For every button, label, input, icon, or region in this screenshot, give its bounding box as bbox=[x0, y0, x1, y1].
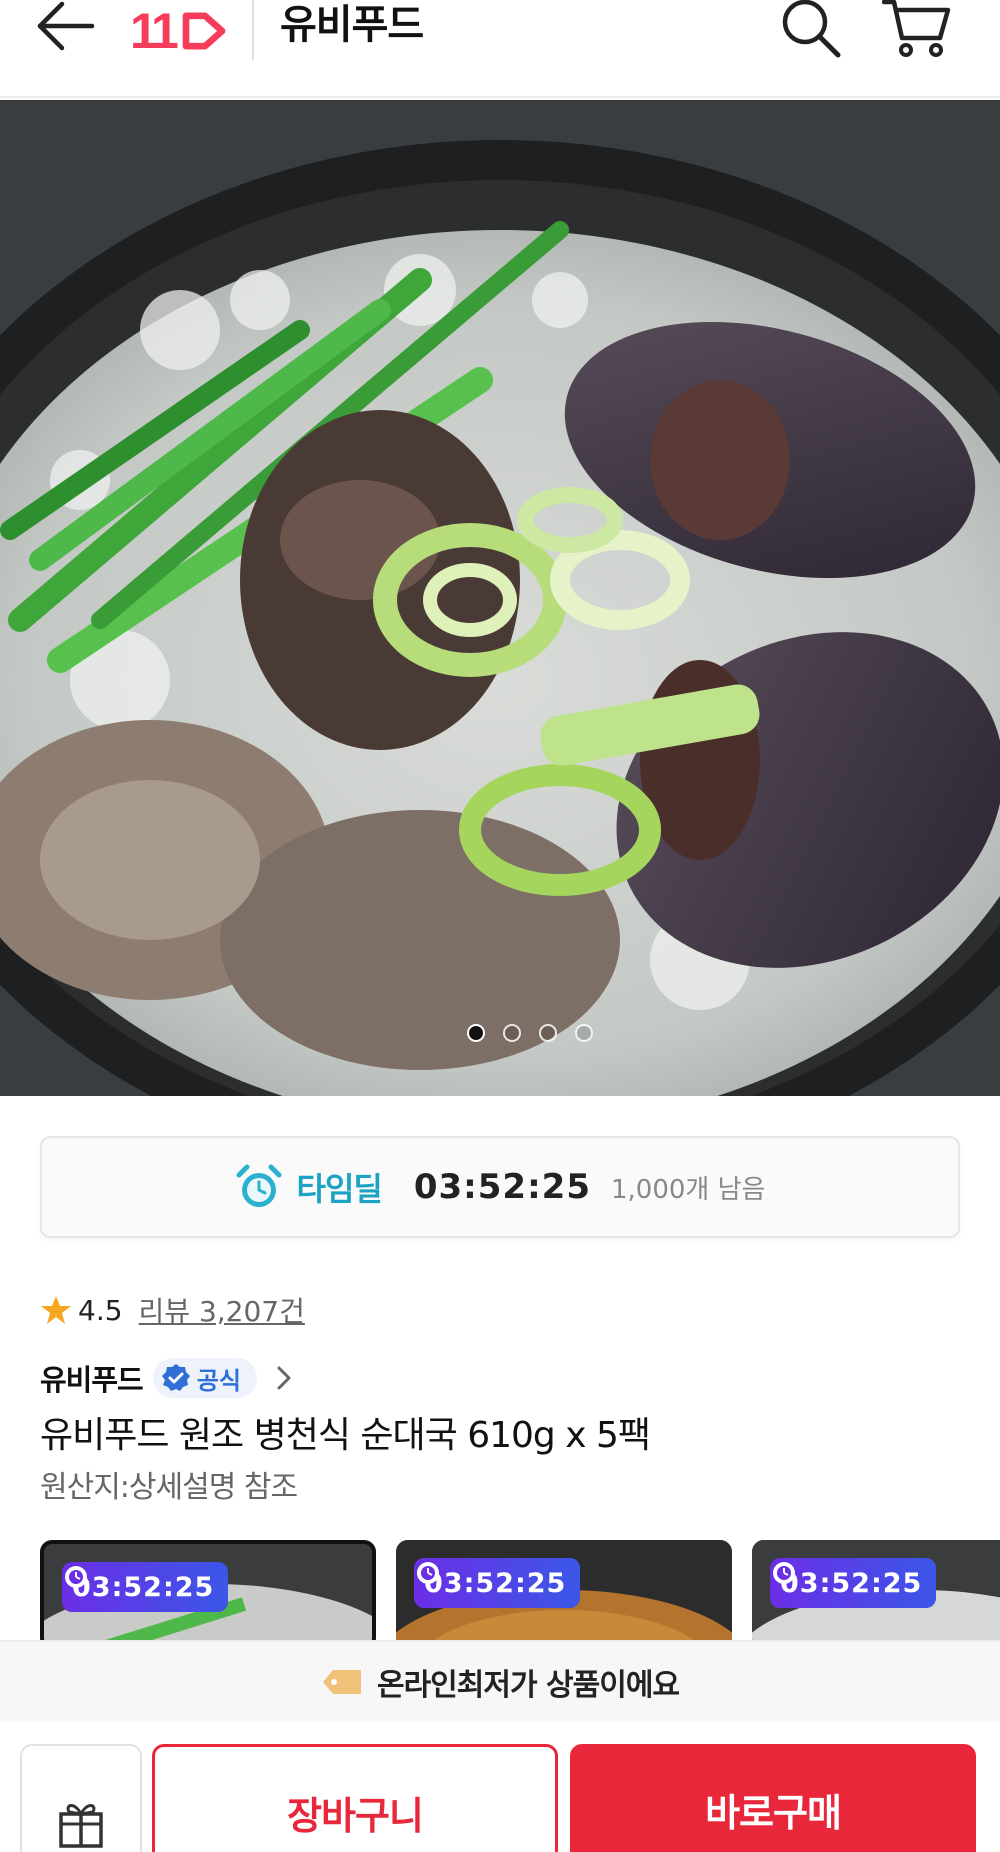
product-hero-image[interactable] bbox=[0, 100, 1000, 1096]
soup-illustration bbox=[0, 100, 1000, 1096]
timedeal-timer: 03:52:25 bbox=[413, 1167, 591, 1207]
carousel-dot-4[interactable] bbox=[575, 1024, 593, 1042]
alarm-clock-icon bbox=[236, 1164, 282, 1207]
header-divider bbox=[252, 0, 254, 60]
product-title: 유비푸드 원조 병천식 순대국 610g x 5팩 bbox=[40, 1415, 651, 1456]
chevron-right-icon[interactable] bbox=[273, 1365, 295, 1391]
store-name[interactable]: 유비푸드 bbox=[280, 0, 424, 50]
thumbnail-option-3[interactable]: 03:52:25 bbox=[752, 1540, 1000, 1640]
thumbnail-timer-text: 03:52:25 bbox=[72, 1571, 215, 1603]
thumbnail-timer-text: 03:52:25 bbox=[780, 1567, 923, 1599]
thumbnail-option-2[interactable]: 03:52:25 bbox=[396, 1540, 732, 1640]
arrow-left-icon[interactable] bbox=[36, 0, 100, 56]
lowest-price-text: 온라인최저가 상품이에요 bbox=[376, 1668, 680, 1703]
carousel-indicator[interactable] bbox=[30, 1024, 1000, 1044]
bottom-action-bar: 장바구니 바로구매 bbox=[0, 1722, 1000, 1852]
timedeal-banner: 타임딜 03:52:25 1,000개 남음 bbox=[40, 1136, 960, 1238]
add-to-cart-button[interactable]: 장바구니 bbox=[152, 1744, 558, 1852]
review-count-link[interactable]: 리뷰 3,207건 bbox=[139, 1290, 305, 1330]
thumbnail-timer: 03:52:25 bbox=[62, 1562, 229, 1612]
carousel-dot-1[interactable] bbox=[467, 1024, 485, 1042]
alarm-clock-icon bbox=[65, 1566, 87, 1588]
seller-row[interactable]: 유비푸드 공식 bbox=[40, 1356, 295, 1400]
rating-value: 4.5 bbox=[78, 1293, 123, 1327]
buy-now-button[interactable]: 바로구매 bbox=[570, 1744, 976, 1852]
rating-row: 4.5 리뷰 3,207건 bbox=[40, 1290, 305, 1330]
product-origin: 원산지:상세설명 참조 bbox=[40, 1470, 298, 1505]
gift-icon bbox=[59, 1804, 103, 1848]
thumbnail-timer: 03:52:25 bbox=[414, 1558, 581, 1608]
price-tag-icon bbox=[322, 1670, 361, 1694]
alarm-clock-icon bbox=[417, 1562, 439, 1584]
alarm-clock-icon bbox=[773, 1562, 795, 1584]
carousel-dot-3[interactable] bbox=[539, 1024, 557, 1042]
verified-icon bbox=[161, 1364, 190, 1391]
carousel-dot-2[interactable] bbox=[503, 1024, 521, 1042]
timedeal-label: 타임딜 bbox=[296, 1170, 383, 1208]
seller-name[interactable]: 유비푸드 bbox=[40, 1357, 144, 1399]
thumbnail-timer: 03:52:25 bbox=[770, 1558, 937, 1608]
cart-icon[interactable] bbox=[881, 0, 952, 60]
official-badge-label: 공식 bbox=[196, 1366, 241, 1395]
gift-button[interactable] bbox=[20, 1744, 142, 1852]
option-thumbnails: 03:52:25 03:52:25 03:52:25 bbox=[40, 1540, 1000, 1640]
top-header: 11 유비푸드 bbox=[0, 0, 1000, 98]
search-icon[interactable] bbox=[778, 0, 844, 60]
eleven-street-logo[interactable]: 11 bbox=[130, 2, 229, 60]
official-badge: 공식 bbox=[152, 1358, 257, 1398]
lowest-price-banner: 온라인최저가 상품이에요 bbox=[0, 1640, 1000, 1722]
timedeal-remaining: 1,000개 남음 bbox=[611, 1174, 766, 1205]
star-icon bbox=[41, 1296, 71, 1324]
thumbnail-option-1[interactable]: 03:52:25 bbox=[40, 1540, 376, 1640]
thumbnail-timer-text: 03:52:25 bbox=[424, 1567, 567, 1599]
